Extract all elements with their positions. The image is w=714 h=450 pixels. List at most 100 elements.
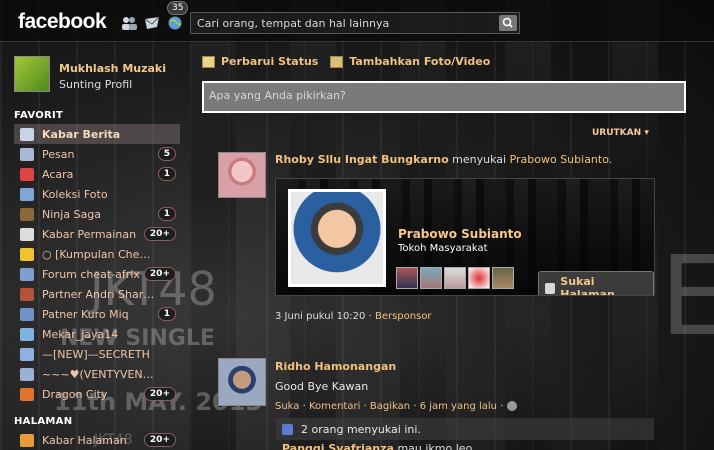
- globe-icon: [20, 347, 34, 361]
- sidebar-item[interactable]: Kabar Halaman 20+: [14, 430, 180, 450]
- fan-avatar[interactable]: [444, 267, 466, 289]
- story-actions: Suka · Komentari · Bagikan · 6 jam yang …: [275, 401, 517, 412]
- status-icon: [202, 55, 215, 68]
- page-name-link[interactable]: Prabowo Subianto: [398, 227, 522, 241]
- count-badge: 20+: [143, 387, 176, 401]
- sidebar-item[interactable]: Mekar_jaya14: [14, 324, 180, 344]
- sidebar-item[interactable]: Dragon City 20+: [14, 384, 180, 404]
- sidebar-item[interactable]: Ninja Saga 1: [14, 204, 180, 224]
- sidebar-item[interactable]: Pesan 5: [14, 144, 180, 164]
- dragon-city-icon: [20, 387, 34, 401]
- page-fans-row: [396, 267, 514, 289]
- fan-avatar[interactable]: [468, 267, 490, 289]
- story-verb: menyukai: [452, 153, 507, 166]
- messages-icon[interactable]: [144, 16, 160, 30]
- sidebar-item[interactable]: Forum cheat-afrix 20+: [14, 264, 180, 284]
- sidebar-item-label: ~~~♥(VENTYVEN)♥~~: [42, 367, 157, 381]
- comment-text: mau ikmo leo: [397, 442, 473, 450]
- messages-icon: [20, 147, 34, 161]
- facebook-logo[interactable]: facebook: [18, 10, 107, 34]
- count-badge: 1: [157, 307, 176, 321]
- sidebar-item[interactable]: Koleksi Foto: [14, 184, 180, 204]
- news-feed-icon: [20, 127, 34, 141]
- sidebar-item[interactable]: Partner Andri Sharingan: [14, 284, 180, 304]
- add-photo-video-tab[interactable]: Tambahkan Foto/Video: [330, 55, 490, 68]
- sidebar-item-label: Dragon City: [42, 387, 108, 401]
- comment-preview: Panggi Syafrianza mau ikmo leo: [282, 442, 662, 450]
- friend-requests-icon[interactable]: [121, 16, 137, 30]
- group-icon: [20, 367, 34, 381]
- search-input[interactable]: [197, 15, 487, 31]
- search-button[interactable]: [499, 15, 517, 31]
- count-badge: 20+: [143, 267, 176, 281]
- story-header: Rhoby Sllu Ingat Bungkarno menyukai Prab…: [275, 153, 612, 166]
- likes-summary-text[interactable]: 2 orang menyukai ini.: [301, 423, 421, 436]
- sidebar-favorites: Kabar Berita Pesan 5 Acara 1 Koleksi Foto Ninj…: [14, 124, 180, 404]
- story-target-link[interactable]: Prabowo Subianto.: [510, 153, 613, 166]
- sidebar-item-label: Kabar Halaman: [42, 433, 127, 447]
- story-actor-link[interactable]: Ridho Hamonangan: [275, 360, 396, 373]
- notifications-globe-icon[interactable]: [167, 16, 183, 30]
- status-input[interactable]: [204, 83, 684, 111]
- thumbs-up-icon: [545, 282, 556, 294]
- favorites-heading: FAVORIT: [14, 110, 64, 121]
- like-page-button[interactable]: Sukai Halaman: [538, 271, 654, 295]
- sidebar-item-label: Kabar Berita: [42, 127, 121, 141]
- fan-avatar[interactable]: [396, 267, 418, 289]
- count-badge: 5: [157, 147, 176, 161]
- status-composer: [202, 81, 686, 113]
- audience-globe-icon[interactable]: [506, 401, 517, 411]
- story-timestamp[interactable]: 3 Juni pukul 10:20: [275, 311, 365, 322]
- comment-author-link[interactable]: Panggi Syafrianza: [282, 442, 394, 450]
- story-meta: 3 Juni pukul 10:20 · Bersponsor: [275, 311, 432, 322]
- share-link[interactable]: Bagikan: [370, 401, 410, 412]
- ninja-saga-icon: [20, 207, 34, 221]
- like-link[interactable]: Suka: [275, 401, 299, 412]
- sort-feed-link[interactable]: URUTKAN ▾: [592, 128, 649, 138]
- top-navigation-bar: facebook 35: [0, 0, 714, 42]
- sidebar-item[interactable]: ○ [Kumpulan Cheat Dan Tri...: [14, 244, 180, 264]
- avatar[interactable]: [14, 56, 50, 92]
- sidebar-item[interactable]: —[NEW]—SECRETH: [14, 344, 180, 364]
- action-separator: ·: [302, 401, 306, 412]
- sidebar-item-label: ○ [Kumpulan Cheat Dan Tri...: [42, 247, 157, 261]
- search-icon: [502, 17, 513, 28]
- sidebar-item-label: Patner Kuro Miq: [42, 307, 129, 321]
- action-separator: ·: [413, 401, 417, 412]
- sidebar-item-label: —[NEW]—SECRETH: [42, 347, 150, 361]
- comment-link[interactable]: Komentari: [309, 401, 360, 412]
- group-icon: [20, 267, 34, 281]
- edit-profile-link[interactable]: Sunting Profil: [59, 78, 132, 91]
- sidebar-item-label: Mekar_jaya14: [42, 327, 119, 341]
- sidebar-item-label: Pesan: [42, 147, 75, 161]
- profile-name-link[interactable]: Mukhlash Muzaki: [59, 62, 166, 75]
- search-box: [190, 12, 520, 34]
- sidebar-item[interactable]: Kabar Berita: [14, 124, 180, 144]
- pages-heading: HALAMAN: [14, 416, 73, 427]
- page-profile-photo[interactable]: [288, 189, 386, 287]
- sidebar-item[interactable]: Kabar Permainan 20+: [14, 224, 180, 244]
- story-actor-link[interactable]: Rhoby Sllu Ingat Bungkarno: [275, 153, 449, 166]
- page-suggestion-card: Prabowo Subianto Tokoh Masyarakat Sukai …: [275, 178, 655, 296]
- count-badge: 20+: [143, 433, 176, 447]
- sidebar-item-label: Partner Andri Sharingan: [42, 287, 157, 301]
- notifications-count-badge[interactable]: 35: [167, 1, 189, 15]
- sidebar-item[interactable]: Patner Kuro Miq 1: [14, 304, 180, 324]
- update-status-tab[interactable]: Perbarui Status: [202, 55, 318, 68]
- story-avatar[interactable]: [218, 358, 266, 406]
- sidebar-item[interactable]: Acara 1: [14, 164, 180, 184]
- story-avatar[interactable]: [218, 152, 266, 198]
- fan-avatar[interactable]: [492, 267, 514, 289]
- sponsored-label[interactable]: Bersponsor: [375, 311, 432, 322]
- meta-separator: ·: [368, 311, 372, 322]
- thumbs-up-icon: [282, 423, 293, 435]
- composer-tabs: Perbarui Status Tambahkan Foto/Video: [202, 55, 490, 68]
- sidebar-item[interactable]: ~~~♥(VENTYVEN)♥~~: [14, 364, 180, 384]
- fan-avatar[interactable]: [420, 267, 442, 289]
- photos-icon: [20, 187, 34, 201]
- story-timestamp[interactable]: 6 jam yang lalu: [420, 401, 497, 412]
- action-separator: ·: [500, 401, 504, 412]
- sidebar-item-label: Kabar Permainan: [42, 227, 137, 241]
- page-category: Tokoh Masyarakat: [398, 243, 488, 254]
- sidebar-item-label: Ninja Saga: [42, 207, 101, 221]
